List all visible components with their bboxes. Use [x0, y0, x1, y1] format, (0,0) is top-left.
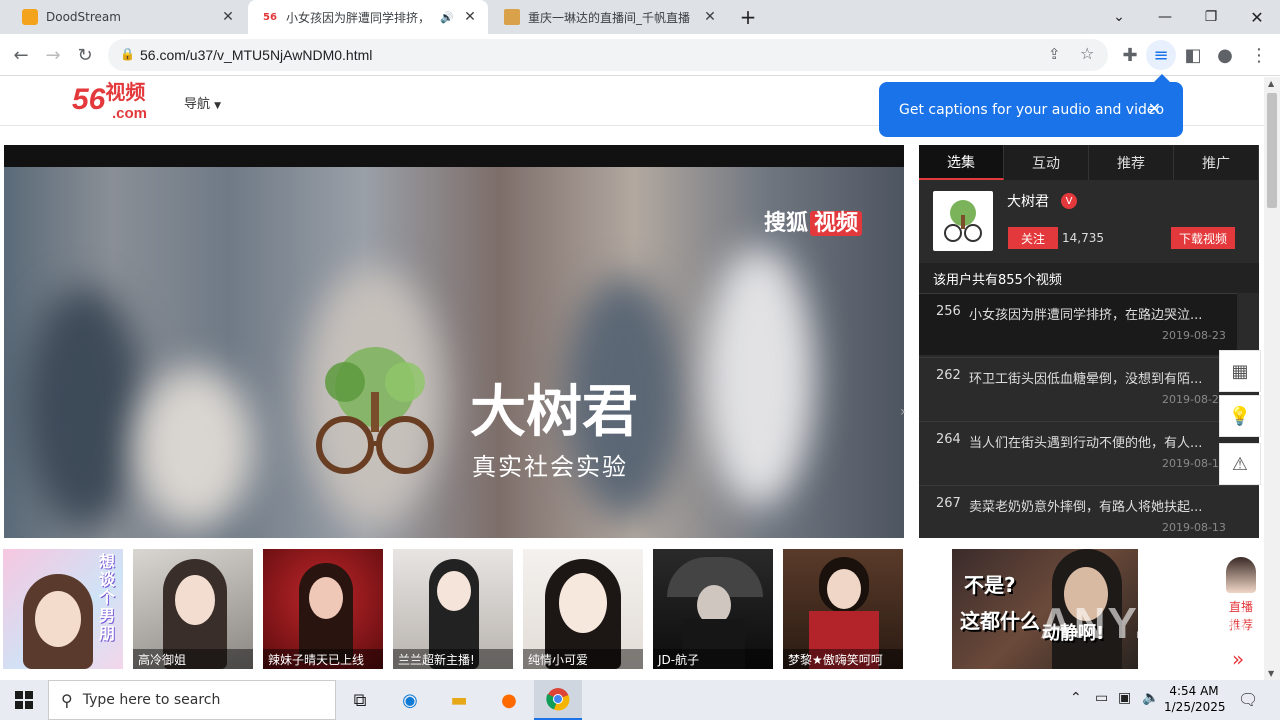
task-view-icon[interactable]: ⧉ — [336, 680, 384, 720]
close-tab-icon[interactable]: ✕ — [460, 9, 480, 25]
bookmark-star-icon[interactable]: ☆ — [1080, 44, 1094, 63]
tab-promotion[interactable]: 推广 — [1174, 145, 1259, 180]
close-window-icon[interactable]: ✕ — [1234, 0, 1280, 34]
live-thumb[interactable]: 兰兰超新主播! — [393, 549, 513, 669]
page-scrollbar[interactable]: ▲ ▼ — [1264, 77, 1280, 680]
media-controls-icon[interactable]: ≡ — [1146, 40, 1176, 70]
video-count: 该用户共有855个视频 — [919, 263, 1259, 293]
share-icon[interactable]: ⇪ — [1048, 45, 1061, 63]
close-tab-icon[interactable]: ✕ — [218, 9, 238, 25]
follower-count: 14,735 — [1062, 231, 1104, 245]
browser-tab-strip: DoodStream ✕ 56 小女孩因为胖遭同学排挤， 🔊 ✕ 重庆一琳达的直… — [0, 0, 1280, 34]
hardware-icon[interactable]: ▭ — [1095, 690, 1108, 706]
windows-taskbar: ⚲ Type here to search ⧉ ◉ ▬ ● ⌃ ▭ ▣ 🔈 4:… — [0, 680, 1280, 720]
channel-name-overlay: 大树君 — [470, 380, 638, 445]
side-panel-icon[interactable]: ◧ — [1178, 40, 1208, 70]
network-icon[interactable]: ▣ — [1118, 690, 1131, 706]
edge-icon[interactable]: ◉ — [386, 680, 434, 720]
live-thumb[interactable]: 高冷御姐 — [133, 549, 253, 669]
nav-menu[interactable]: 导航 ▼ — [184, 93, 221, 112]
lightbulb-icon[interactable]: 💡 — [1219, 395, 1261, 437]
windows-start-icon[interactable] — [0, 680, 48, 720]
tab-search-icon[interactable]: ⌄ — [1096, 0, 1142, 34]
report-warning-icon[interactable]: ⚠ — [1219, 443, 1261, 485]
tab-interaction[interactable]: 互动 — [1004, 145, 1089, 180]
menu-kebab-icon[interactable]: ⋮ — [1244, 40, 1274, 70]
uploader-name[interactable]: 大树君 — [1007, 191, 1049, 211]
episode-item[interactable]: 264 当人们在街头遇到行动不便的他，有人... 2019-08-1 — [919, 421, 1259, 483]
live-thumb[interactable]: JD-航子 — [653, 549, 773, 669]
extensions-icon[interactable]: ✚ — [1115, 40, 1145, 70]
uploader-avatar[interactable] — [933, 191, 993, 251]
live-thumb[interactable]: 纯情小可爱 — [523, 549, 643, 669]
tab-qianfan-live[interactable]: 重庆一琳达的直播间_千帆直播 ✕ — [490, 0, 728, 34]
episode-item[interactable]: 256 小女孩因为胖遭同学排挤，在路边哭泣... 2019-08-23 — [919, 293, 1237, 355]
tree-glasses-avatar-icon — [944, 200, 982, 242]
notifications-icon[interactable]: 🗨 — [1238, 690, 1258, 709]
new-tab-button[interactable]: + — [725, 0, 771, 34]
live-thumb[interactable]: 辣妹子晴天已上线 — [263, 549, 383, 669]
caption-bubble-pointer — [1154, 74, 1170, 82]
live-thumb[interactable]: 想谈个男朋 — [3, 549, 123, 669]
tab-recommend[interactable]: 推荐 — [1089, 145, 1174, 180]
sohu-video-watermark: 搜狐 视频 — [764, 205, 863, 237]
live-thumb[interactable]: 梦黎★傲嗨笑呵呵 — [783, 549, 903, 669]
episode-item[interactable]: 262 环卫工街头因低血糖晕倒，没想到有陌... 2019-08-2 — [919, 357, 1259, 419]
reload-icon[interactable]: ↻ — [70, 40, 100, 70]
host-avatar — [1226, 557, 1256, 593]
qr-code-icon[interactable]: ▦ — [1219, 350, 1261, 392]
tab-episodes[interactable]: 选集 — [919, 145, 1004, 180]
download-video-button[interactable]: 下载视频 — [1171, 227, 1235, 249]
tree-glasses-logo-icon — [316, 347, 434, 474]
verified-badge: V — [1061, 193, 1077, 209]
qianfan-icon — [504, 9, 520, 25]
scroll-down-arrow-icon[interactable]: ▼ — [1268, 669, 1274, 678]
lock-icon: 🔒 — [120, 47, 135, 61]
video-frame[interactable]: 搜狐 视频 大树君 真实社会实验 — [4, 167, 904, 538]
close-tab-icon[interactable]: ✕ — [700, 9, 720, 25]
volume-icon[interactable]: 🔈 — [1142, 690, 1159, 706]
back-icon[interactable]: ← — [6, 40, 36, 70]
site-logo[interactable]: 56视频 .com — [72, 82, 147, 122]
collapse-panel-arrow-icon[interactable]: › — [900, 404, 906, 420]
browser-toolbar: ← → ↻ 🔒 56.com/u37/v_MTU5NjAwNDM0.html ⇪… — [0, 34, 1280, 76]
tab-doodstream[interactable]: DoodStream ✕ — [8, 0, 246, 34]
episode-panel: 选集 互动 推荐 推广 大树君 V 关注 14,735 下载视频 该用户共有85… — [919, 145, 1259, 538]
chrome-icon[interactable] — [534, 680, 582, 720]
doodstream-icon — [22, 9, 38, 25]
follow-button[interactable]: 关注 — [1008, 227, 1058, 249]
caret-down-icon: ▼ — [214, 101, 222, 111]
web-page: 56视频 .com 导航 ▼ 搜狐 视频 大树君 真实社会实验 › 选集 互动 … — [0, 77, 1264, 680]
minimize-icon[interactable]: — — [1142, 0, 1188, 34]
captions-promo-bubble: Get captions for your audio and video ✕ — [879, 82, 1183, 137]
panel-tabs: 选集 互动 推荐 推广 — [919, 145, 1259, 180]
episode-item[interactable]: 267 卖菜老奶奶意外摔倒，有路人将她扶起... 2019-08-13 — [919, 485, 1259, 538]
taskbar-search[interactable]: ⚲ Type here to search — [48, 680, 336, 720]
close-bubble-icon[interactable]: ✕ — [1148, 99, 1161, 118]
url-text: 56.com/u37/v_MTU5NjAwNDM0.html — [140, 47, 373, 63]
uploader-info: 大树君 V 关注 14,735 下载视频 — [919, 180, 1259, 262]
show-hidden-icons-icon[interactable]: ⌃ — [1070, 690, 1082, 706]
search-icon: ⚲ — [61, 690, 73, 710]
thumb-side-text: 想谈个男朋 — [99, 552, 116, 643]
slogan-overlay: 真实社会实验 — [472, 453, 628, 481]
address-bar[interactable]: 🔒 56.com/u37/v_MTU5NjAwNDM0.html ⇪ ☆ — [108, 39, 1108, 71]
taskbar-clock[interactable]: 4:54 AM 1/25/2025 — [1164, 683, 1226, 715]
forward-icon[interactable]: → — [38, 40, 68, 70]
restore-icon[interactable]: ❐ — [1188, 0, 1234, 34]
double-chevron-icon: » — [1232, 647, 1245, 671]
56-icon: 56 — [263, 11, 277, 23]
scroll-up-arrow-icon[interactable]: ▲ — [1268, 79, 1274, 88]
video-player[interactable]: 搜狐 视频 大树君 真实社会实验 — [4, 145, 904, 538]
firefox-icon[interactable]: ● — [485, 680, 533, 720]
tab-56-video[interactable]: 56 小女孩因为胖遭同学排挤， 🔊 ✕ — [248, 0, 488, 34]
scrollbar-thumb[interactable] — [1267, 93, 1277, 208]
anyrun-watermark: ANY.RUN — [1040, 599, 1250, 648]
audio-playing-icon[interactable]: 🔊 — [440, 11, 454, 24]
file-explorer-icon[interactable]: ▬ — [435, 680, 483, 720]
profile-avatar-icon[interactable]: ● — [1210, 40, 1240, 70]
